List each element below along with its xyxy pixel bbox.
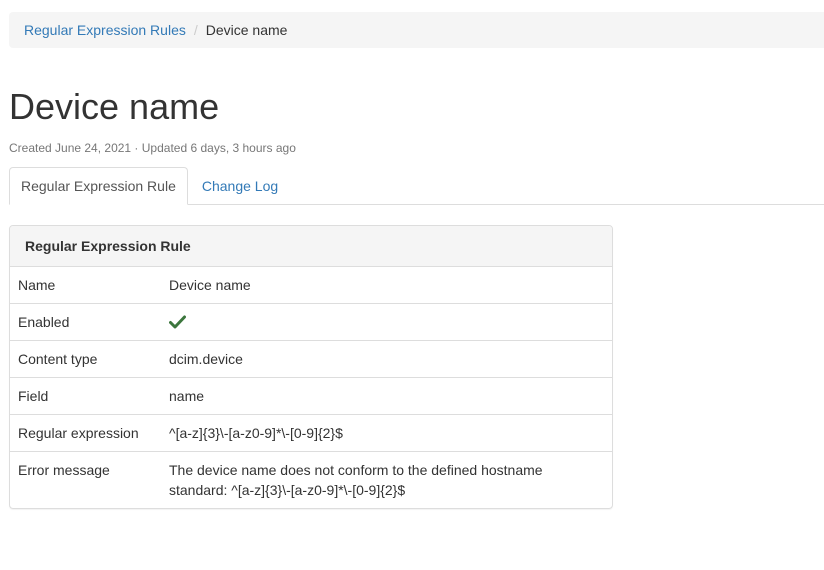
row-key-content-type: Content type [10, 340, 161, 378]
row-key-regular-expression: Regular expression [10, 414, 161, 452]
row-key-enabled: Enabled [10, 303, 161, 341]
table-row: Enabled [10, 303, 612, 341]
panel-heading: Regular Expression Rule [10, 226, 612, 267]
row-value-enabled [161, 303, 612, 341]
row-key-field: Field [10, 377, 161, 415]
breadcrumb-separator: / [193, 22, 198, 38]
breadcrumb: Regular Expression Rules / Device name [9, 12, 824, 48]
attributes-table: Name Device name Enabled Content type dc… [10, 267, 612, 508]
row-value-error-message: The device name does not conform to the … [161, 451, 612, 508]
object-meta: Created June 24, 2021 · Updated 6 days, … [9, 141, 296, 155]
tab-regular-expression-rule[interactable]: Regular Expression Rule [9, 167, 188, 205]
tab-bar: Regular Expression Rule Change Log [9, 167, 824, 205]
row-key-name: Name [18, 277, 56, 293]
page-title: Device name [9, 86, 220, 127]
table-row: Field name [10, 377, 612, 415]
rule-panel: Regular Expression Rule Name Device name… [9, 225, 613, 509]
row-value-regular-expression: ^[a-z]{3}\-[a-z0-9]*\-[0-9]{2}$ [161, 414, 612, 452]
table-row: Error message The device name does not c… [10, 451, 612, 508]
row-key-error-message: Error message [10, 451, 161, 508]
breadcrumb-current: Device name [205, 22, 288, 38]
tab-change-log[interactable]: Change Log [190, 167, 290, 205]
table-row: Regular expression ^[a-z]{3}\-[a-z0-9]*\… [10, 414, 612, 452]
table-row: Content type dcim.device [10, 340, 612, 378]
check-icon [169, 315, 604, 329]
breadcrumb-link-regex-rules[interactable]: Regular Expression Rules [24, 22, 186, 38]
table-row: Name Device name [10, 267, 612, 304]
row-value-content-type: dcim.device [161, 340, 612, 378]
row-value-name: Device name [169, 277, 251, 293]
row-value-field: name [161, 377, 612, 415]
